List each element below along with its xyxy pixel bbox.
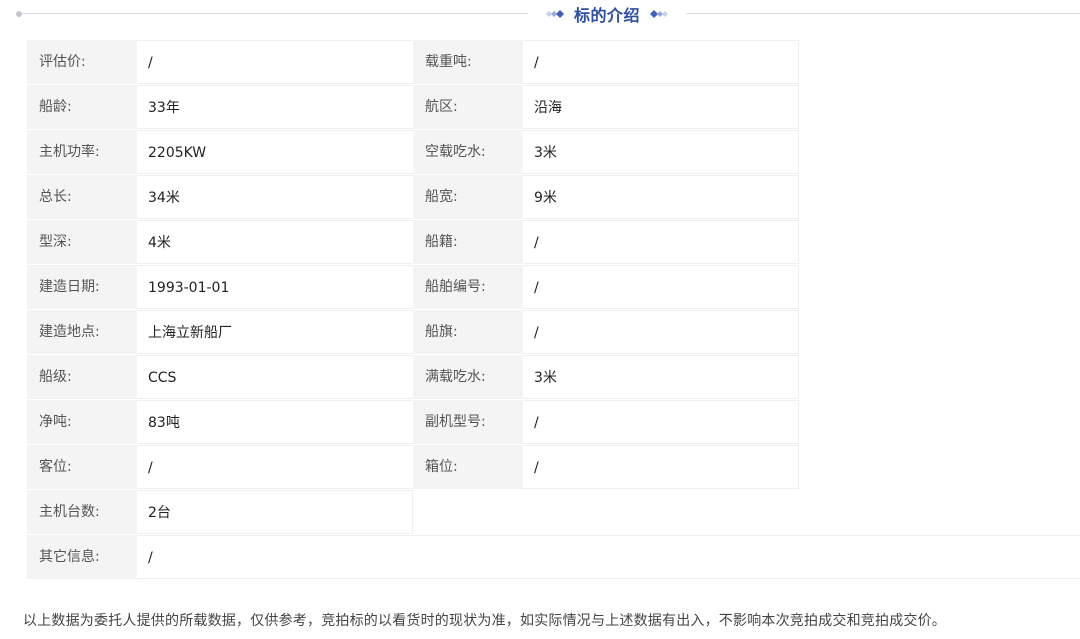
field-value: / bbox=[523, 265, 799, 309]
header-dot bbox=[16, 11, 22, 17]
disclaimer-note: 以上数据为委托人提供的所载数据，仅供参考，竞拍标的以看货时的现状为准，如实际情况… bbox=[23, 613, 946, 629]
table-row: 总长: 34米 船宽: 9米 bbox=[27, 175, 1080, 220]
field-value: / bbox=[523, 220, 799, 264]
field-label: 型深: bbox=[27, 220, 137, 264]
field-label: 船籍: bbox=[413, 220, 523, 264]
field-label: 航区: bbox=[413, 85, 523, 129]
field-value: 1993-01-01 bbox=[137, 265, 413, 309]
field-label: 净吨: bbox=[27, 400, 137, 444]
table-row: 船龄: 33年 航区: 沿海 bbox=[27, 85, 1080, 130]
field-value: 33年 bbox=[137, 85, 413, 129]
table-row: 主机台数: 2台 bbox=[27, 490, 1080, 535]
field-label: 箱位: bbox=[413, 445, 523, 489]
field-value: 2台 bbox=[137, 490, 413, 534]
table-row: 船级: CCS 满载吃水: 3米 bbox=[27, 355, 1080, 400]
field-value: / bbox=[137, 445, 413, 489]
field-value: / bbox=[523, 445, 799, 489]
field-value: 4米 bbox=[137, 220, 413, 264]
header-divider-right bbox=[686, 13, 1080, 14]
table-row: 评估价: / 载重吨: / bbox=[27, 40, 1080, 85]
field-label: 副机型号: bbox=[413, 400, 523, 444]
field-label: 空载吃水: bbox=[413, 130, 523, 174]
field-value: 沿海 bbox=[523, 85, 799, 129]
field-label: 载重吨: bbox=[413, 40, 523, 84]
field-value: / bbox=[137, 40, 413, 84]
section-header: 标的介绍 bbox=[0, 0, 1080, 28]
field-value: / bbox=[523, 400, 799, 444]
field-label: 满载吃水: bbox=[413, 355, 523, 399]
table-row: 主机功率: 2205KW 空载吃水: 3米 bbox=[27, 130, 1080, 175]
field-value: 上海立新船厂 bbox=[137, 310, 413, 354]
table-row: 建造地点: 上海立新船厂 船旗: / bbox=[27, 310, 1080, 355]
field-value: 34米 bbox=[137, 175, 413, 219]
field-value: 83吨 bbox=[137, 400, 413, 444]
header-divider-left bbox=[22, 13, 528, 14]
field-label: 总长: bbox=[27, 175, 137, 219]
table-row: 其它信息: / bbox=[27, 535, 1080, 580]
table-row: 建造日期: 1993-01-01 船舶编号: / bbox=[27, 265, 1080, 310]
field-label: 评估价: bbox=[27, 40, 137, 84]
field-label: 船旗: bbox=[413, 310, 523, 354]
field-value: 3米 bbox=[523, 355, 799, 399]
field-value: / bbox=[523, 310, 799, 354]
field-label: 船宽: bbox=[413, 175, 523, 219]
field-label: 建造日期: bbox=[27, 265, 137, 309]
field-value: 2205KW bbox=[137, 130, 413, 174]
field-value: 9米 bbox=[523, 175, 799, 219]
field-value: 3米 bbox=[523, 130, 799, 174]
table-row: 型深: 4米 船籍: / bbox=[27, 220, 1080, 265]
field-label: 主机功率: bbox=[27, 130, 137, 174]
info-table: 评估价: / 载重吨: / 船龄: 33年 航区: 沿海 主机功率: 2205K… bbox=[27, 40, 1080, 580]
field-value: / bbox=[137, 535, 1080, 579]
field-label: 客位: bbox=[27, 445, 137, 489]
field-label: 船龄: bbox=[27, 85, 137, 129]
diamond-decoration-left-icon bbox=[544, 9, 566, 19]
field-value: / bbox=[523, 40, 799, 84]
table-row: 客位: / 箱位: / bbox=[27, 445, 1080, 490]
section-title-wrap: 标的介绍 bbox=[528, 0, 686, 28]
field-label: 其它信息: bbox=[27, 535, 137, 579]
diamond-decoration-right-icon bbox=[648, 9, 670, 19]
field-value: CCS bbox=[137, 355, 413, 399]
field-label: 船舶编号: bbox=[413, 265, 523, 309]
field-label: 船级: bbox=[27, 355, 137, 399]
section-title: 标的介绍 bbox=[573, 6, 640, 25]
table-row: 净吨: 83吨 副机型号: / bbox=[27, 400, 1080, 445]
field-label: 建造地点: bbox=[27, 310, 137, 354]
field-label: 主机台数: bbox=[27, 490, 137, 534]
